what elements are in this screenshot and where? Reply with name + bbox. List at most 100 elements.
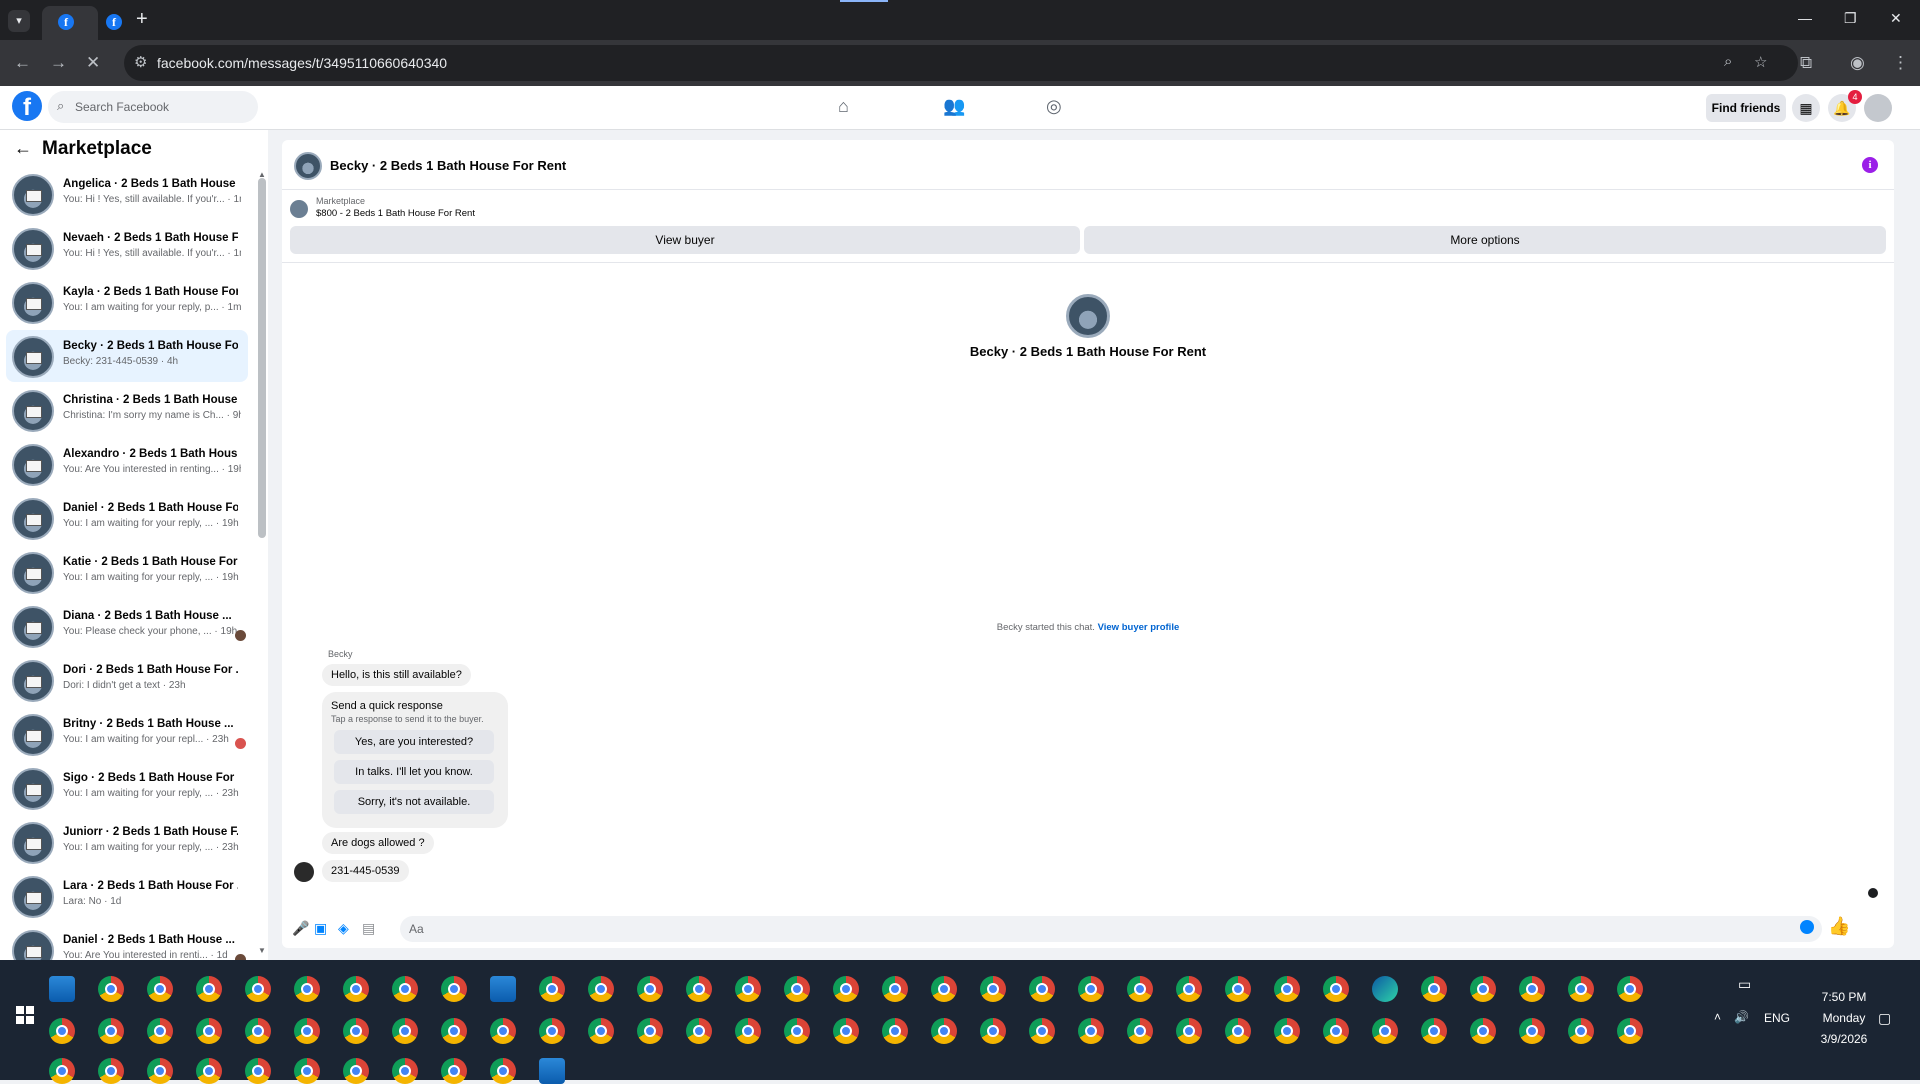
chrome-app-icon[interactable] [1568, 1018, 1594, 1044]
find-friends-button[interactable]: Find friends [1706, 94, 1786, 122]
chrome-app-icon[interactable] [343, 976, 369, 1002]
chrome-app-icon[interactable] [1372, 1018, 1398, 1044]
account-avatar[interactable] [1864, 94, 1892, 122]
groups-icon[interactable]: ◎ [1046, 96, 1062, 117]
chrome-app-icon[interactable] [392, 976, 418, 1002]
chrome-app-icon[interactable] [98, 1058, 124, 1084]
page-scrollbar[interactable] [1906, 130, 1920, 960]
chrome-app-icon[interactable] [833, 1018, 859, 1044]
quick-response-talks-button[interactable]: In talks. I'll let you know. [334, 760, 494, 784]
more-options-button[interactable]: More options [1084, 226, 1886, 254]
buyer-avatar-large[interactable] [1066, 294, 1110, 338]
minimize-button[interactable]: — [1798, 10, 1812, 26]
chrome-app-icon[interactable] [245, 1058, 271, 1084]
chrome-app-icon[interactable] [1029, 976, 1055, 1002]
chrome-app-icon[interactable] [1421, 976, 1447, 1002]
chrome-app-icon[interactable] [343, 1058, 369, 1084]
emoji-icon[interactable] [1800, 920, 1814, 934]
chrome-app-icon[interactable] [1617, 976, 1643, 1002]
menu-kebab-icon[interactable]: ⋮ [1892, 53, 1909, 73]
chrome-app-icon[interactable] [245, 976, 271, 1002]
chrome-app-icon[interactable] [294, 1058, 320, 1084]
sticker-icon[interactable]: ◈ [338, 920, 349, 937]
chrome-app-icon[interactable] [1274, 976, 1300, 1002]
chrome-app-icon[interactable] [392, 1018, 418, 1044]
chrome-app-icon[interactable] [1127, 976, 1153, 1002]
chrome-app-icon[interactable] [1568, 976, 1594, 1002]
message-input[interactable]: Aa [400, 916, 1822, 942]
action-center-icon[interactable]: ▭ [1738, 976, 1751, 993]
notepad-app-icon[interactable] [490, 976, 516, 1002]
conversation-item[interactable]: Daniel · 2 Beds 1 Bath House Fo... You: I… [6, 492, 248, 544]
chrome-app-icon[interactable] [686, 976, 712, 1002]
conversation-item[interactable]: Alexandro · 2 Beds 1 Bath Hous... You: Ar… [6, 438, 248, 490]
close-window-button[interactable]: ✕ [1890, 10, 1902, 27]
chrome-app-icon[interactable] [1421, 1018, 1447, 1044]
conversation-item[interactable]: Becky · 2 Beds 1 Bath House For... Becky:… [6, 330, 248, 382]
chrome-app-icon[interactable] [931, 976, 957, 1002]
scroll-down-arrow[interactable]: ▼ [258, 946, 266, 955]
chrome-app-icon[interactable] [196, 1018, 222, 1044]
conversation-item[interactable]: Katie · 2 Beds 1 Bath House For ... You: … [6, 546, 248, 598]
chrome-app-icon[interactable] [1519, 976, 1545, 1002]
chrome-app-icon[interactable] [490, 1058, 516, 1084]
thumbs-up-icon[interactable]: 👍 [1828, 916, 1850, 937]
home-icon[interactable]: ⌂ [838, 96, 849, 117]
profile-icon[interactable]: ◉ [1850, 53, 1865, 73]
chat-avatar[interactable] [294, 152, 322, 180]
conversation-item[interactable]: Christina · 2 Beds 1 Bath House ... Chris… [6, 384, 248, 436]
chrome-app-icon[interactable] [1127, 1018, 1153, 1044]
chrome-app-icon[interactable] [1519, 1018, 1545, 1044]
view-buyer-profile-link[interactable]: View buyer profile [1098, 622, 1180, 633]
chrome-app-icon[interactable] [784, 1018, 810, 1044]
new-tab-button[interactable]: + [136, 8, 148, 31]
chrome-app-icon[interactable] [196, 1058, 222, 1084]
chrome-app-icon[interactable] [1078, 976, 1104, 1002]
chrome-app-icon[interactable] [539, 1018, 565, 1044]
chrome-app-icon[interactable] [1323, 976, 1349, 1002]
chrome-app-icon[interactable] [1470, 976, 1496, 1002]
chrome-app-icon[interactable] [1225, 1018, 1251, 1044]
chrome-app-icon[interactable] [1078, 1018, 1104, 1044]
chrome-app-icon[interactable] [98, 976, 124, 1002]
url-text[interactable]: facebook.com/messages/t/3495110660640340 [157, 55, 447, 71]
site-info-icon[interactable]: ⚙ [134, 53, 147, 71]
gif-icon[interactable]: ▤ [362, 920, 375, 937]
chrome-app-icon[interactable] [441, 1018, 467, 1044]
pinned-app-icon[interactable] [49, 976, 75, 1002]
show-hidden-icons[interactable]: ˄ [1714, 1010, 1721, 1024]
chrome-app-icon[interactable] [833, 976, 859, 1002]
conversation-item[interactable]: Lara · 2 Beds 1 Bath House For ... Lara: … [6, 870, 248, 922]
conversation-item[interactable]: Dori · 2 Beds 1 Bath House For ... Dori: … [6, 654, 248, 706]
info-icon[interactable]: i [1862, 157, 1878, 173]
chrome-app-icon[interactable] [1470, 1018, 1496, 1044]
back-icon[interactable]: ← [14, 53, 31, 73]
conversation-item[interactable]: Kayla · 2 Beds 1 Bath House For... You: I… [6, 276, 248, 328]
view-buyer-button[interactable]: View buyer [290, 226, 1080, 254]
stop-loading-icon[interactable]: ✕ [86, 53, 100, 73]
chrome-app-icon[interactable] [1176, 976, 1202, 1002]
chrome-app-icon[interactable] [882, 1018, 908, 1044]
chrome-app-icon[interactable] [637, 1018, 663, 1044]
chrome-app-icon[interactable] [637, 976, 663, 1002]
sidebar-scrollbar[interactable] [258, 178, 266, 538]
chrome-app-icon[interactable] [931, 1018, 957, 1044]
sender-avatar[interactable] [294, 862, 314, 882]
volume-icon[interactable]: 🔊 [1734, 1010, 1749, 1024]
chrome-app-icon[interactable] [588, 1018, 614, 1044]
clock-date[interactable]: 3/9/2026 [1804, 1032, 1884, 1046]
chrome-app-icon[interactable] [686, 1018, 712, 1044]
edge-app-icon[interactable] [1372, 976, 1398, 1002]
restore-button[interactable]: ❐ [1844, 10, 1857, 27]
menu-grid-icon[interactable]: ▦ [1792, 94, 1820, 122]
chrome-app-icon[interactable] [147, 976, 173, 1002]
chrome-app-icon[interactable] [245, 1018, 271, 1044]
conversation-item[interactable]: Nevaeh · 2 Beds 1 Bath House F... You: Hi… [6, 222, 248, 274]
chrome-app-icon[interactable] [980, 976, 1006, 1002]
quick-response-yes-button[interactable]: Yes, are you interested? [334, 730, 494, 754]
bookmark-star-icon[interactable]: ☆ [1754, 53, 1767, 71]
chrome-app-icon[interactable] [441, 1058, 467, 1084]
microphone-icon[interactable]: 🎤 [292, 920, 309, 937]
conversation-item[interactable]: Sigo · 2 Beds 1 Bath House For ... You: I… [6, 762, 248, 814]
chrome-app-icon[interactable] [147, 1018, 173, 1044]
